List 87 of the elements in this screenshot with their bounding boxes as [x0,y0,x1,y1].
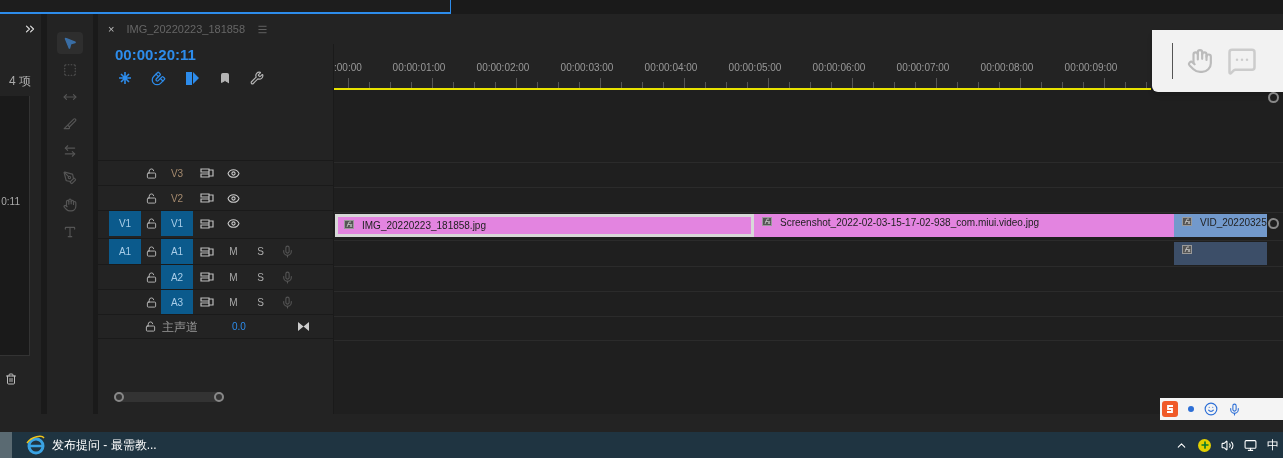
pointer-icon [63,36,77,50]
audio-clip[interactable] [1174,242,1267,265]
item-count: 4 项 [9,73,32,90]
solo-toggle[interactable]: S [247,294,274,310]
wrench-icon[interactable] [250,71,264,85]
clip-name: VID_20220325 [1200,217,1267,228]
track-label[interactable]: V2 [161,186,193,210]
panel-overflow-icon[interactable] [23,22,37,36]
clip-name: IMG_20220223_181858.jpg [362,220,486,231]
zoom-scrollbar[interactable] [114,392,224,402]
taskbar-window-title[interactable]: 发布提问 - 最需教... [52,436,157,454]
ruler-time-label: 00:00:02:00 [475,61,531,75]
sync-lock-icon[interactable] [199,218,214,229]
track-label[interactable]: A3 [161,290,193,314]
ruler-time-label: 00:00:04:00 [643,61,699,75]
ruler-time-label: 00:00:05:00 [727,61,783,75]
sync-lock-icon[interactable] [199,168,214,178]
microphone-icon[interactable] [1228,402,1241,416]
close-tab-button[interactable]: × [108,20,115,38]
ruler-time-label: 00:00:08:00 [979,61,1035,75]
sync-lock-icon[interactable] [199,193,214,203]
solo-toggle[interactable]: S [247,244,274,259]
timecode[interactable]: 00:00:20:11 [98,44,333,66]
mute-toggle[interactable]: M [220,244,247,259]
ruler-time-label: 00:00:03:00 [559,61,615,75]
ruler-time-label: 00:00:07:00 [895,61,951,75]
unlock-icon[interactable] [145,296,157,308]
double-arrow-icon [63,144,77,158]
master-track-label: 主声道 [162,318,199,336]
ruler-time-label: 00:00:06:00 [811,61,867,75]
plus-icon[interactable] [1198,438,1211,452]
sync-lock-icon[interactable] [199,297,214,307]
menu-icon[interactable] [257,23,269,35]
mute-toggle[interactable]: M [220,294,247,310]
smiley-icon[interactable] [1204,402,1218,416]
scroll-handle-icon[interactable] [1268,92,1279,103]
start-button[interactable] [0,432,12,458]
dashed-square-icon [63,63,77,77]
track-label[interactable]: V1 [161,211,193,236]
track-label[interactable]: A1 [161,239,193,264]
network-icon[interactable] [1244,438,1257,452]
track-label[interactable]: A2 [161,265,193,289]
source-patch[interactable]: A1 [109,239,141,264]
master-volume[interactable]: 0.0 [232,319,298,334]
ime-logo-icon[interactable] [1162,401,1178,417]
clip-duration: 0:11 [0,195,21,209]
unlock-icon[interactable] [145,321,156,332]
effects-badge-icon [762,217,772,226]
ruler-time-label: :00:00 [334,61,363,75]
sync-lock-icon[interactable] [199,246,214,257]
mute-toggle[interactable]: M [220,269,247,285]
browser-icon[interactable] [26,435,46,455]
speaker-icon[interactable] [1221,438,1234,452]
pen-icon [63,171,77,185]
tool-button[interactable] [57,32,83,54]
video-clip[interactable]: Screenshot_2022-02-03-15-17-02-938_com.miui.video.jpg [754,214,1174,237]
solo-toggle[interactable]: S [247,269,274,285]
snap-in-icon[interactable] [118,71,132,85]
effects-badge-icon [1182,245,1192,254]
marker-icon[interactable] [219,72,231,84]
effects-badge-icon [1182,217,1192,226]
trash-icon[interactable] [5,373,17,385]
text-icon [63,225,77,239]
eye-icon[interactable] [227,191,240,205]
track-label[interactable]: V3 [161,161,193,185]
hand-icon [63,198,77,212]
effects-badge-icon [344,220,354,229]
input-method-indicator[interactable]: 中 [1267,436,1279,454]
bowtie-icon[interactable] [298,322,309,331]
unlock-icon[interactable] [145,218,157,229]
unlock-icon[interactable] [145,167,157,179]
unlock-icon[interactable] [145,192,157,204]
eye-icon[interactable] [227,166,240,180]
video-clip[interactable]: VID_20220325 [1174,214,1267,237]
video-clip[interactable]: IMG_20220223_181858.jpg [335,214,754,237]
unlock-icon[interactable] [145,246,157,257]
sync-lock-icon[interactable] [199,272,214,282]
ruler-time-label: 00:00:01:00 [391,61,447,75]
source-patch[interactable]: V1 [109,211,141,236]
linked-selection-icon[interactable] [185,70,200,86]
clip-name: Screenshot_2022-02-03-15-17-02-938_com.miui.video.jpg [780,217,1040,228]
magnet-icon[interactable] [151,70,166,86]
scroll-handle-icon[interactable] [1268,218,1279,229]
blade-icon [63,117,77,131]
eye-icon[interactable] [227,217,240,230]
unlock-icon[interactable] [145,271,157,283]
ruler-time-label: 00:00:09:00 [1063,61,1119,75]
